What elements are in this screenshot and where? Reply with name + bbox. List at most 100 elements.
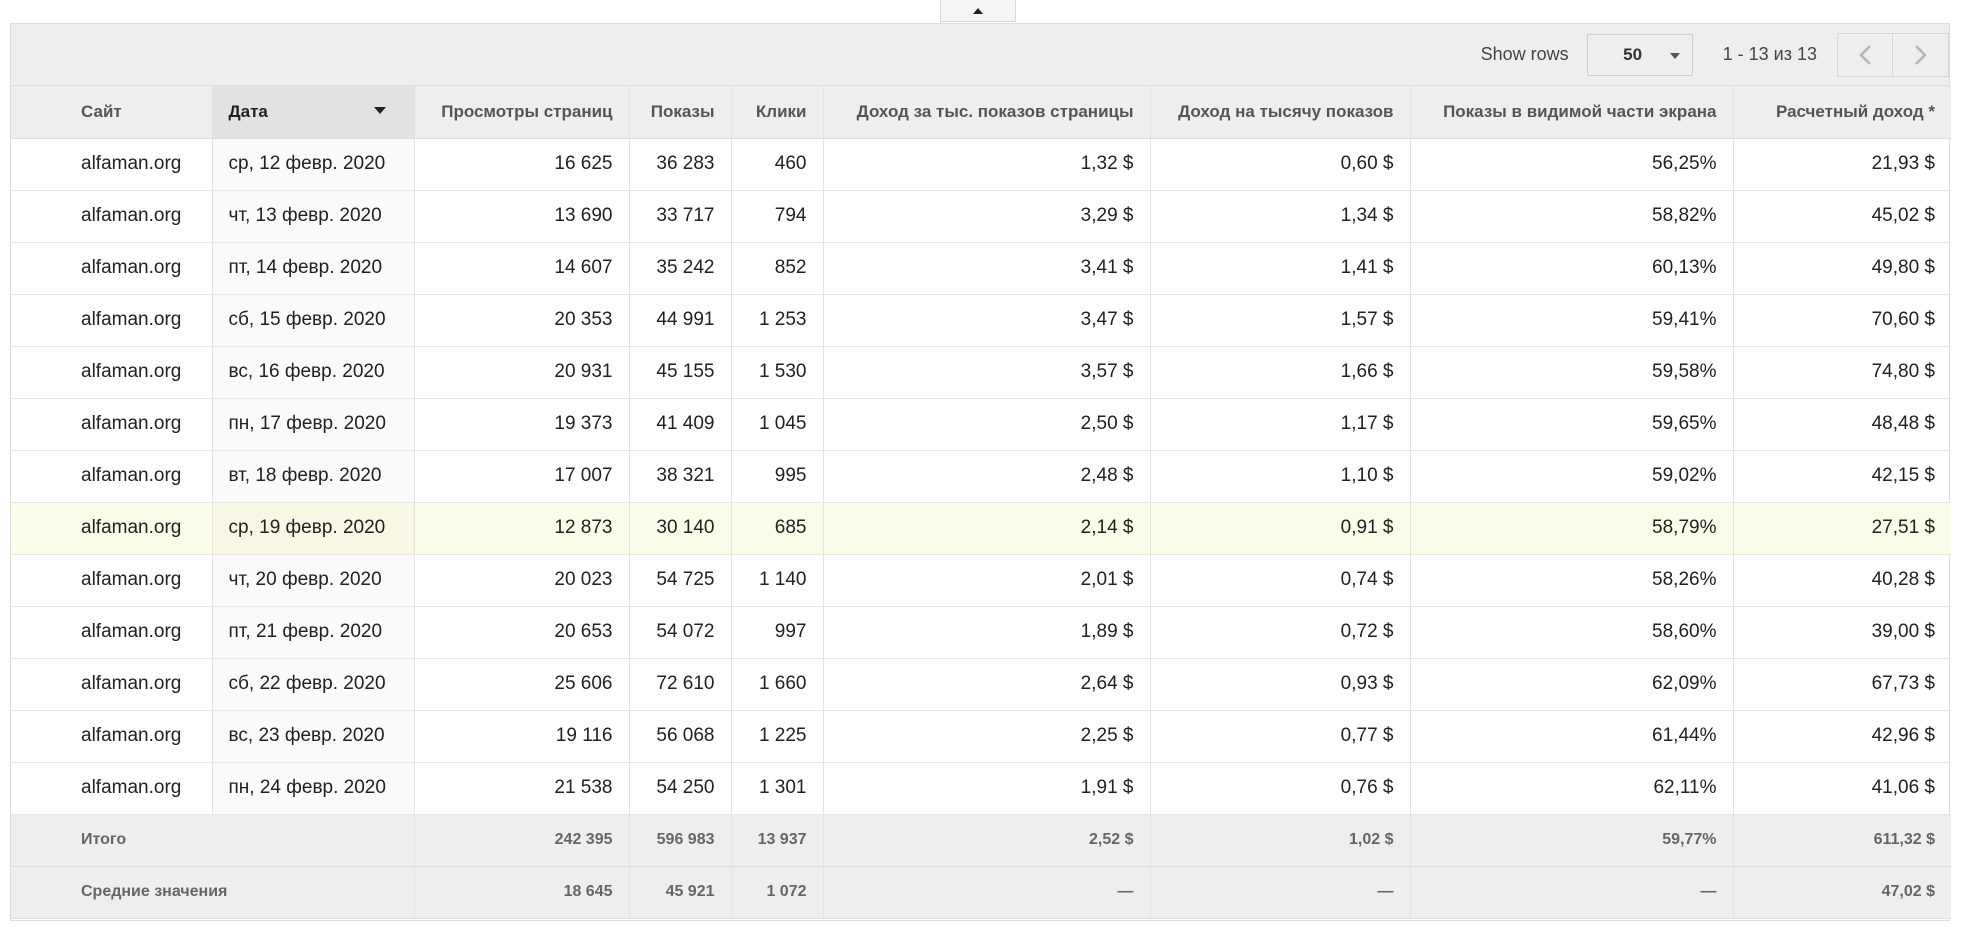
table-row[interactable]: alfaman.org чт, 13 февр. 2020 13 690 33 717…: [11, 190, 1951, 243]
cell-site: alfaman.org: [11, 242, 213, 295]
cell-pageviews: 25 606: [414, 658, 630, 711]
column-header-date[interactable]: Дата: [212, 86, 415, 139]
cell-date: вт, 18 февр. 2020: [212, 450, 415, 503]
column-header-page-rpm[interactable]: Доход за тыс. показов страницы: [823, 86, 1151, 139]
cell-site: alfaman.org: [11, 762, 213, 815]
cell-clicks: 460: [731, 138, 824, 191]
cell-page-rpm: 2,48 $: [823, 450, 1151, 503]
column-header-viewability[interactable]: Показы в видимой части экрана: [1410, 86, 1734, 139]
totals-cell: 59,77%: [1410, 814, 1734, 867]
column-header-date-label: Дата: [228, 101, 268, 121]
cell-page-rpm: 1,91 $: [823, 762, 1151, 815]
table-row[interactable]: alfaman.org пт, 21 февр. 2020 20 653 54 072…: [11, 606, 1951, 659]
averages-cell: —: [1410, 866, 1734, 919]
table-row[interactable]: alfaman.org пт, 14 февр. 2020 14 607 35 242…: [11, 242, 1951, 295]
cell-pageviews: 19 373: [414, 398, 630, 451]
cell-pageviews: 20 353: [414, 294, 630, 347]
rows-per-page-value: 50: [1623, 44, 1643, 64]
averages-cell: 18 645: [414, 866, 630, 919]
cell-date: вс, 16 февр. 2020: [212, 346, 415, 399]
cell-impression-rpm: 0,72 $: [1150, 606, 1411, 659]
cell-impression-rpm: 1,34 $: [1150, 190, 1411, 243]
cell-clicks: 1 253: [731, 294, 824, 347]
totals-cell: 1,02 $: [1150, 814, 1411, 867]
table-row[interactable]: alfaman.org сб, 22 февр. 2020 25 606 72 610…: [11, 658, 1951, 711]
column-header-impressions[interactable]: Показы: [629, 86, 732, 139]
cell-viewability: 58,79%: [1410, 502, 1734, 555]
collapse-panel-button[interactable]: [940, 0, 1016, 22]
cell-clicks: 1 045: [731, 398, 824, 451]
cell-estimated-earnings: 67,73 $: [1733, 658, 1951, 711]
chevron-right-icon: [1914, 44, 1927, 65]
cell-viewability: 56,25%: [1410, 138, 1734, 191]
table-row[interactable]: alfaman.org пн, 24 февр. 2020 21 538 54 250…: [11, 762, 1951, 815]
chevron-left-icon: [1859, 44, 1871, 65]
table-row[interactable]: alfaman.org вс, 16 февр. 2020 20 931 45 155…: [11, 346, 1951, 399]
cell-impressions: 54 725: [629, 554, 732, 607]
column-header-site[interactable]: Сайт: [11, 86, 213, 139]
table-row[interactable]: alfaman.org чт, 20 февр. 2020 20 023 54 725…: [11, 554, 1951, 607]
totals-cell: 242 395: [414, 814, 630, 867]
cell-date: ср, 19 февр. 2020: [212, 502, 415, 555]
table-row[interactable]: alfaman.org пн, 17 февр. 2020 19 373 41 409…: [11, 398, 1951, 451]
report-table: Сайт Дата Просмотры страниц Показы Клики…: [11, 86, 1951, 919]
cell-estimated-earnings: 21,93 $: [1733, 138, 1951, 191]
cell-clicks: 1 660: [731, 658, 824, 711]
cell-impression-rpm: 0,91 $: [1150, 502, 1411, 555]
cell-impressions: 54 250: [629, 762, 732, 815]
cell-page-rpm: 2,25 $: [823, 710, 1151, 763]
cell-impression-rpm: 1,17 $: [1150, 398, 1411, 451]
totals-label: Итого: [11, 814, 415, 867]
table-row[interactable]: alfaman.org вс, 23 февр. 2020 19 116 56 068…: [11, 710, 1951, 763]
sort-desc-icon: [373, 107, 386, 114]
cell-page-rpm: 3,47 $: [823, 294, 1151, 347]
averages-row: Средние значения 18 645 45 921 1 072 — —…: [11, 866, 1951, 919]
totals-cell: 611,32 $: [1733, 814, 1951, 867]
caret-down-icon: [1669, 52, 1680, 59]
cell-impression-rpm: 1,66 $: [1150, 346, 1411, 399]
cell-impressions: 54 072: [629, 606, 732, 659]
cell-date: чт, 13 февр. 2020: [212, 190, 415, 243]
cell-impressions: 72 610: [629, 658, 732, 711]
report-page: Show rows 50 1 - 13 из 13 Сайт Дата Прос…: [0, 0, 1962, 942]
previous-page-button[interactable]: [1837, 32, 1893, 77]
next-page-button[interactable]: [1893, 32, 1949, 77]
cell-page-rpm: 3,57 $: [823, 346, 1151, 399]
table-body: alfaman.org ср, 12 февр. 2020 16 625 36 283…: [11, 138, 1951, 815]
cell-pageviews: 19 116: [414, 710, 630, 763]
cell-page-rpm: 1,32 $: [823, 138, 1151, 191]
cell-estimated-earnings: 45,02 $: [1733, 190, 1951, 243]
cell-impressions: 30 140: [629, 502, 732, 555]
cell-impression-rpm: 0,77 $: [1150, 710, 1411, 763]
cell-pageviews: 14 607: [414, 242, 630, 295]
cell-page-rpm: 2,50 $: [823, 398, 1151, 451]
cell-date: сб, 22 февр. 2020: [212, 658, 415, 711]
cell-impression-rpm: 0,76 $: [1150, 762, 1411, 815]
cell-site: alfaman.org: [11, 710, 213, 763]
totals-cell: 13 937: [731, 814, 824, 867]
cell-page-rpm: 3,41 $: [823, 242, 1151, 295]
column-header-pageviews[interactable]: Просмотры страниц: [414, 86, 630, 139]
cell-site: alfaman.org: [11, 138, 213, 191]
cell-estimated-earnings: 74,80 $: [1733, 346, 1951, 399]
cell-clicks: 685: [731, 502, 824, 555]
table-row[interactable]: alfaman.org вт, 18 февр. 2020 17 007 38 321…: [11, 450, 1951, 503]
table-row[interactable]: alfaman.org ср, 19 февр. 2020 12 873 30 140…: [11, 502, 1951, 555]
pagination-range: 1 - 13 из 13: [1722, 44, 1817, 64]
table-row[interactable]: alfaman.org ср, 12 февр. 2020 16 625 36 283…: [11, 138, 1951, 191]
cell-page-rpm: 1,89 $: [823, 606, 1151, 659]
cell-pageviews: 20 023: [414, 554, 630, 607]
cell-clicks: 1 530: [731, 346, 824, 399]
averages-cell: 47,02 $: [1733, 866, 1951, 919]
table-row[interactable]: alfaman.org сб, 15 февр. 2020 20 353 44 991…: [11, 294, 1951, 347]
cell-site: alfaman.org: [11, 554, 213, 607]
cell-estimated-earnings: 39,00 $: [1733, 606, 1951, 659]
totals-row: Итого 242 395 596 983 13 937 2,52 $ 1,02…: [11, 814, 1951, 867]
column-header-clicks[interactable]: Клики: [731, 86, 824, 139]
cell-viewability: 60,13%: [1410, 242, 1734, 295]
column-header-estimated-earnings[interactable]: Расчетный доход *: [1733, 86, 1951, 139]
show-rows-label: Show rows: [1480, 44, 1569, 64]
rows-per-page-select[interactable]: 50: [1586, 33, 1693, 76]
column-header-impression-rpm[interactable]: Доход на тысячу показов: [1150, 86, 1411, 139]
cell-pageviews: 21 538: [414, 762, 630, 815]
